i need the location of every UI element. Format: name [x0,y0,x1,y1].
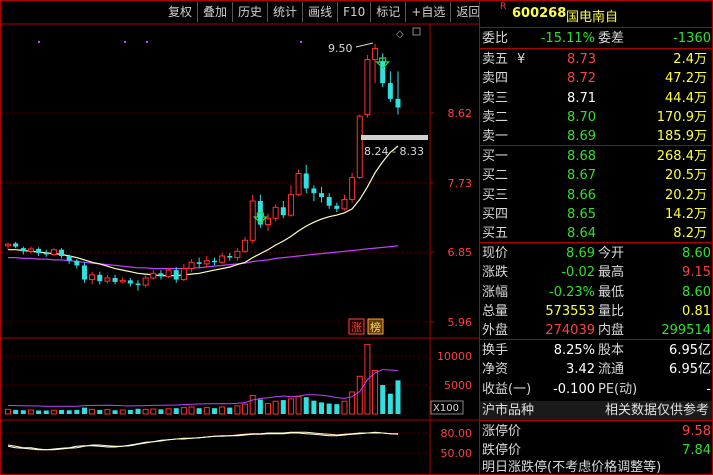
window-frame [0,0,713,475]
